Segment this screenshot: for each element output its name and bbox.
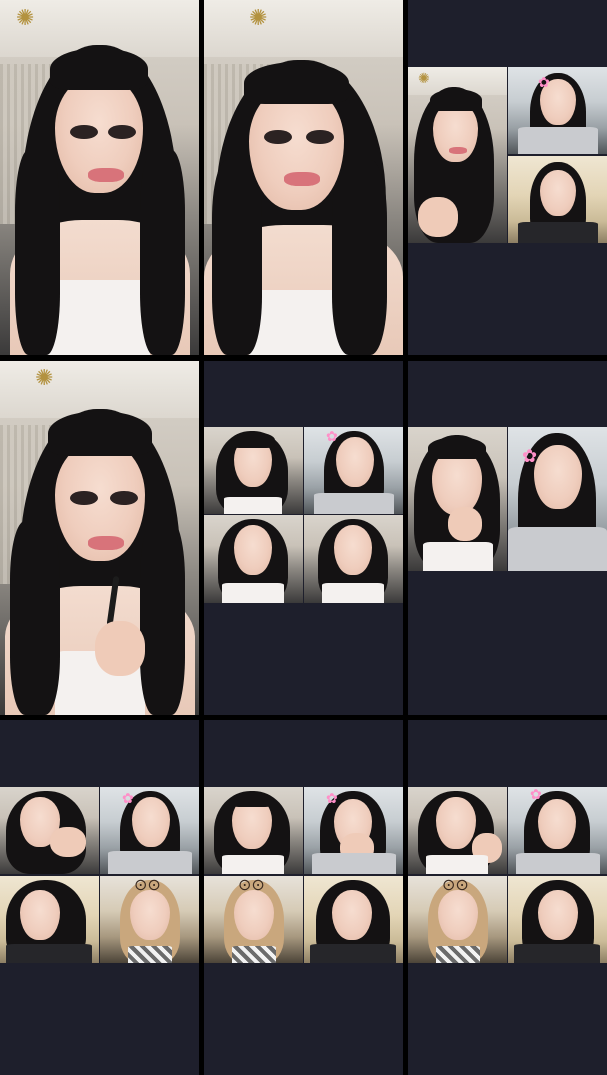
stream-cell-9[interactable]: ✿ ⊙⊙ — [408, 720, 607, 1075]
video-tile[interactable] — [204, 427, 303, 514]
video-tile[interactable] — [508, 876, 607, 963]
stream-cell-8[interactable]: ✿ ⊙⊙ — [204, 720, 403, 1075]
video-tile[interactable]: ✺ — [204, 0, 403, 355]
hair-clip-icon: ✿ — [530, 787, 542, 802]
hair-clip-icon: ✿ — [326, 428, 338, 444]
stream-cell-2[interactable]: ✺ — [204, 0, 403, 355]
video-tile[interactable] — [204, 787, 303, 874]
video-tile[interactable] — [0, 876, 99, 963]
stream-cell-5[interactable]: ✿ — [204, 361, 403, 715]
stream-cell-7[interactable]: ✿ ⊙⊙ — [0, 720, 199, 1075]
video-tile[interactable] — [0, 787, 99, 874]
hair-clip-icon: ✿ — [122, 790, 134, 806]
video-tile[interactable]: ✺ — [408, 67, 507, 243]
video-tile[interactable] — [204, 515, 303, 603]
stream-cell-3[interactable]: ✺ ✿ — [408, 0, 607, 355]
stream-cell-6[interactable]: ✿ — [408, 361, 607, 715]
video-tile[interactable] — [304, 515, 403, 603]
video-tile[interactable] — [408, 427, 507, 571]
video-tile[interactable]: ✿ — [304, 787, 403, 874]
glasses-icon: ⊙⊙ — [134, 877, 161, 894]
video-tile[interactable]: ✿ — [508, 787, 607, 874]
video-tile[interactable] — [304, 876, 403, 963]
hair-clip-icon: ✿ — [326, 790, 338, 806]
video-tile[interactable]: ✿ — [304, 427, 403, 514]
video-tile[interactable]: ✿ — [508, 67, 607, 154]
chandelier-icon: ✺ — [15, 5, 35, 31]
video-tile[interactable]: ⊙⊙ — [408, 876, 507, 963]
video-tile[interactable] — [508, 156, 607, 243]
video-tile[interactable] — [408, 787, 507, 874]
chandelier-icon: ✺ — [418, 69, 430, 86]
live-stream-grid: ✺ ✺ ✺ ✿ ✺ ✿ ✿ ✿ ⊙⊙ ✿ ⊙⊙ ✿ ⊙⊙ — [0, 0, 607, 1075]
video-tile[interactable]: ✿ — [508, 427, 607, 571]
stream-cell-1[interactable]: ✺ — [0, 0, 199, 355]
glasses-icon: ⊙⊙ — [442, 877, 469, 894]
hair-clip-icon: ✿ — [538, 74, 550, 90]
video-tile[interactable]: ✺ — [0, 0, 199, 355]
chandelier-icon: ✺ — [35, 365, 54, 390]
glasses-icon: ⊙⊙ — [238, 877, 265, 894]
stream-cell-4[interactable]: ✺ — [0, 361, 199, 715]
video-tile[interactable]: ✿ — [100, 787, 199, 874]
hair-clip-icon: ✿ — [522, 446, 538, 466]
video-tile[interactable]: ⊙⊙ — [100, 876, 199, 963]
video-tile[interactable]: ✺ — [0, 361, 199, 715]
chandelier-icon: ✺ — [249, 5, 268, 31]
video-tile[interactable]: ⊙⊙ — [204, 876, 303, 963]
